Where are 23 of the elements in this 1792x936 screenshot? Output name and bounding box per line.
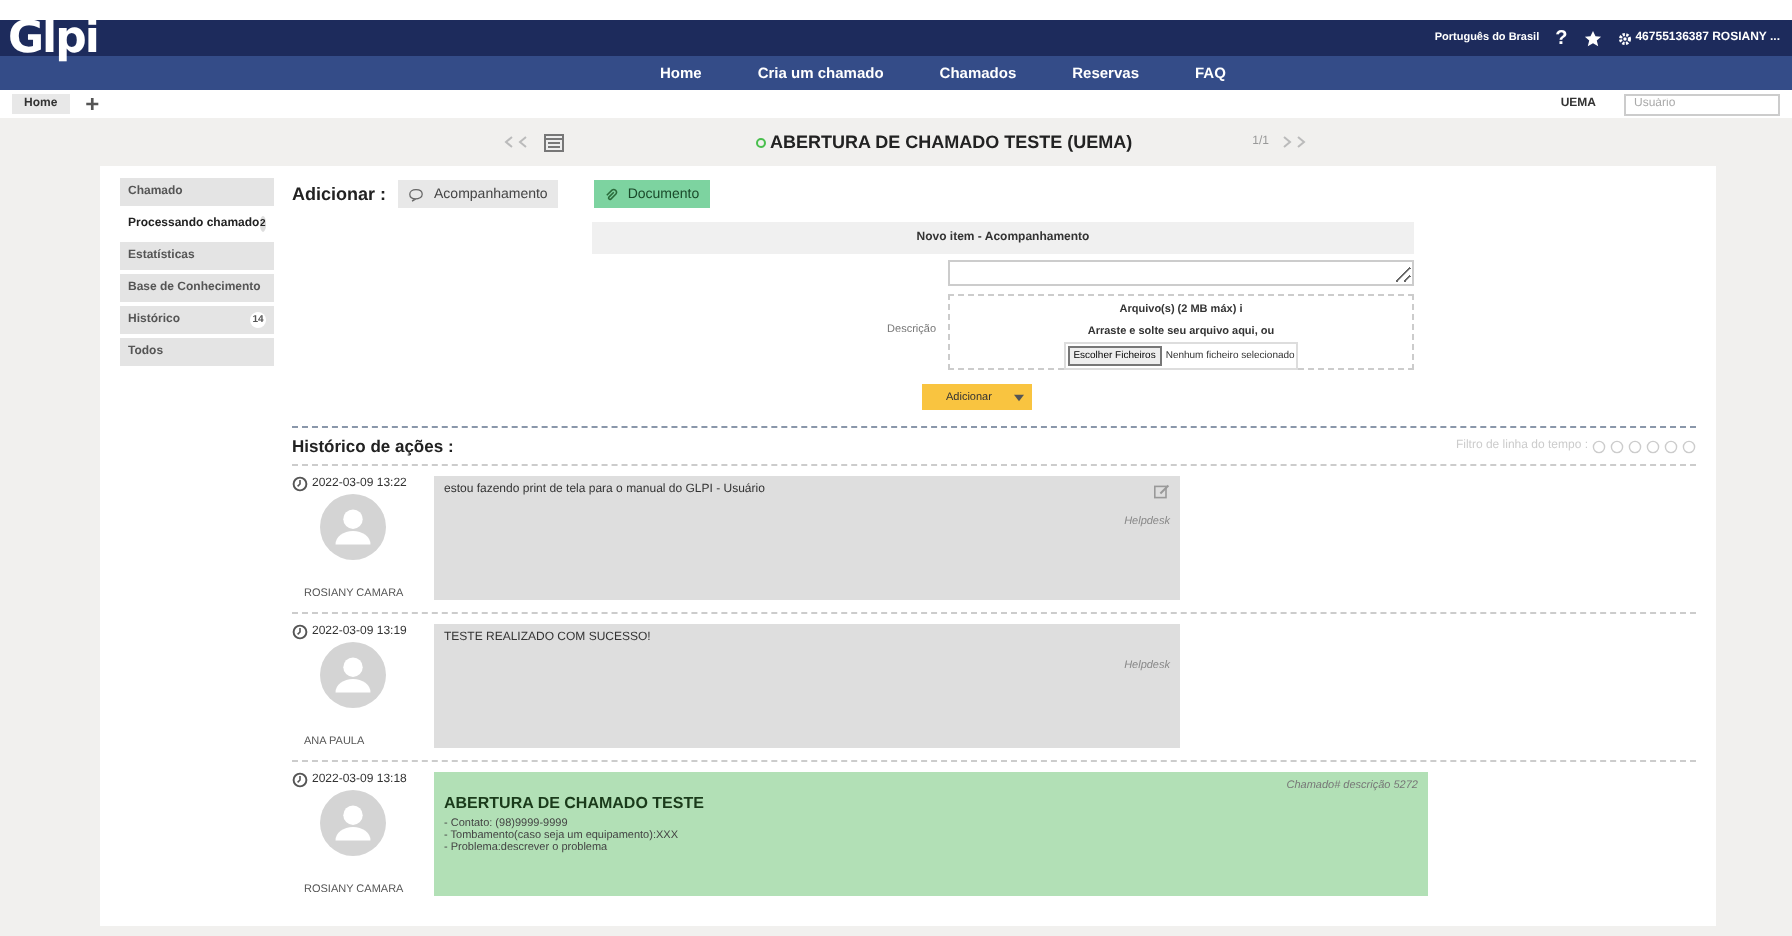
status-icon <box>756 137 766 147</box>
ticket-title: ABERTURA DE CHAMADO TESTE (UEMA) <box>770 132 1133 152</box>
logo[interactable]: Glpi <box>8 18 98 62</box>
description-heading: ABERTURA DE CHAMADO TESTE <box>444 794 706 812</box>
avatar-icon <box>320 494 386 560</box>
clock-icon <box>292 624 308 640</box>
edit-icon[interactable] <box>1154 484 1170 500</box>
list-icon[interactable] <box>544 133 564 151</box>
paperclip-icon <box>603 187 618 201</box>
avatar-icon <box>320 642 386 708</box>
caret-icon <box>1014 393 1024 401</box>
clock-icon <box>292 772 308 788</box>
description-field[interactable] <box>948 260 1414 286</box>
star-icon[interactable] <box>1583 29 1602 47</box>
history-title: Histórico de ações : <box>292 436 454 456</box>
speech-bubble-icon <box>408 187 425 201</box>
gear-icon[interactable] <box>1617 31 1632 45</box>
add-tab-button[interactable]: + <box>85 92 100 116</box>
previous-arrows-icon[interactable] <box>504 136 532 148</box>
add-label: Adicionar : <box>292 184 387 204</box>
help-link[interactable]: ? <box>1555 27 1568 49</box>
avatar-icon <box>320 790 386 856</box>
clock-icon <box>292 476 308 492</box>
